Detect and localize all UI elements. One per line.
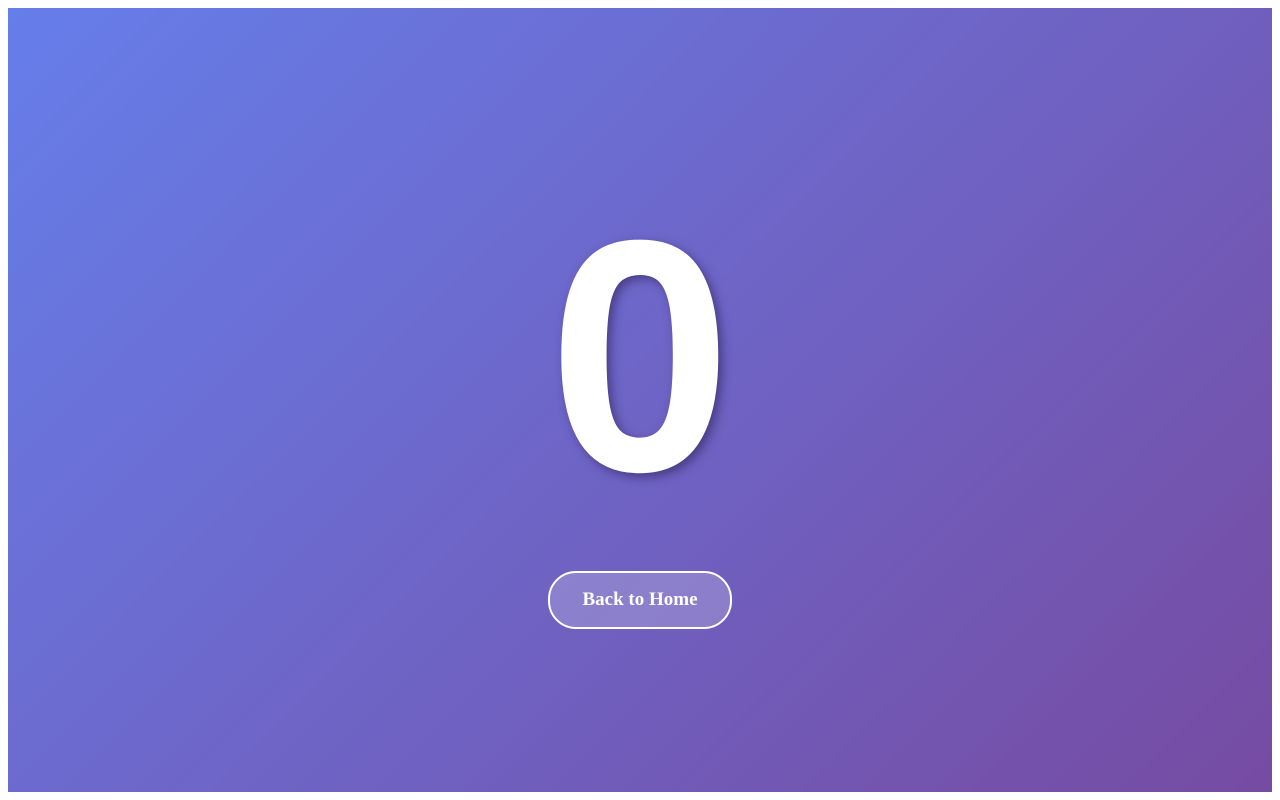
hero-glyph: 0	[548, 171, 732, 540]
error-page-background: 0 Back to Home	[8, 8, 1272, 792]
back-to-home-button[interactable]: Back to Home	[548, 571, 732, 629]
